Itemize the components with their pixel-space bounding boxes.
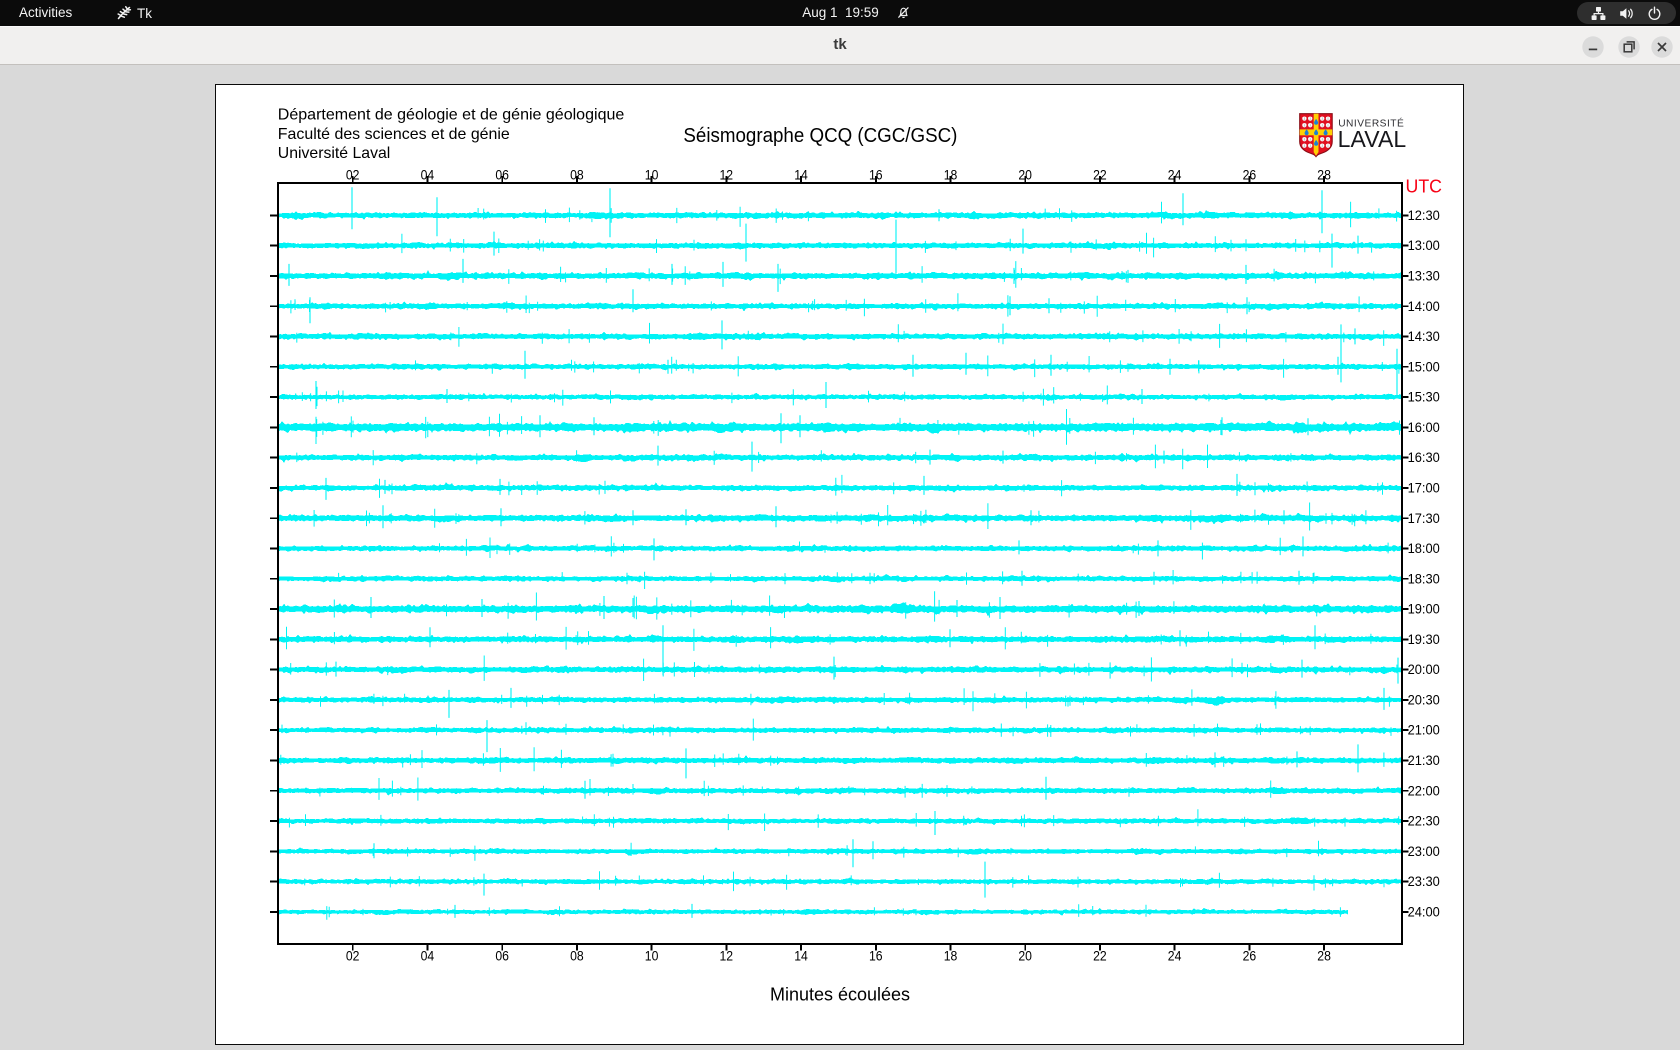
svg-text:21:30: 21:30 — [1408, 753, 1440, 768]
svg-text:28: 28 — [1317, 168, 1331, 183]
svg-text:Université Laval: Université Laval — [278, 145, 391, 162]
svg-text:20: 20 — [1018, 168, 1032, 183]
svg-text:26: 26 — [1243, 949, 1257, 964]
svg-text:18: 18 — [944, 949, 958, 964]
svg-text:02: 02 — [346, 949, 360, 964]
svg-text:17:00: 17:00 — [1408, 481, 1440, 496]
svg-text:23:00: 23:00 — [1408, 844, 1440, 859]
svg-text:14:00: 14:00 — [1408, 299, 1440, 314]
svg-text:24: 24 — [1168, 168, 1182, 183]
svg-text:Minutes écoulées: Minutes écoulées — [770, 985, 910, 1005]
svg-text:Faculté des sciences et de gén: Faculté des sciences et de génie — [278, 126, 510, 143]
svg-text:16:30: 16:30 — [1408, 450, 1440, 465]
svg-text:10: 10 — [645, 168, 659, 183]
svg-text:22:30: 22:30 — [1408, 814, 1440, 829]
svg-text:20:00: 20:00 — [1408, 662, 1440, 677]
svg-text:12: 12 — [720, 168, 734, 183]
svg-text:08: 08 — [570, 168, 584, 183]
svg-text:Département de géologie et de: Département de géologie et de génie géol… — [278, 107, 625, 124]
svg-text:12:30: 12:30 — [1408, 208, 1440, 223]
svg-text:15:00: 15:00 — [1408, 359, 1440, 374]
svg-text:08: 08 — [570, 949, 584, 964]
svg-text:18: 18 — [944, 168, 958, 183]
svg-text:16:00: 16:00 — [1408, 420, 1440, 435]
svg-text:UTC: UTC — [1406, 175, 1443, 196]
svg-text:06: 06 — [495, 168, 509, 183]
svg-text:04: 04 — [421, 949, 435, 964]
svg-text:14: 14 — [794, 168, 808, 183]
svg-text:14:30: 14:30 — [1408, 329, 1440, 344]
svg-text:24: 24 — [1168, 949, 1182, 964]
svg-text:17:30: 17:30 — [1408, 511, 1440, 526]
svg-text:18:00: 18:00 — [1408, 541, 1440, 556]
svg-text:24:00: 24:00 — [1408, 905, 1440, 920]
svg-text:19:00: 19:00 — [1408, 602, 1440, 617]
svg-text:23:30: 23:30 — [1408, 874, 1440, 889]
svg-text:04: 04 — [421, 168, 435, 183]
svg-text:18:30: 18:30 — [1408, 571, 1440, 586]
svg-text:LAVAL: LAVAL — [1338, 126, 1407, 152]
svg-text:20:30: 20:30 — [1408, 693, 1440, 708]
svg-text:15:30: 15:30 — [1408, 390, 1440, 405]
svg-text:10: 10 — [645, 949, 659, 964]
svg-text:28: 28 — [1317, 949, 1331, 964]
svg-text:02: 02 — [346, 168, 360, 183]
svg-text:Séismographe QCQ (CGC/GSC): Séismographe QCQ (CGC/GSC) — [683, 125, 957, 147]
svg-text:12: 12 — [720, 949, 734, 964]
svg-text:20: 20 — [1018, 949, 1032, 964]
svg-text:13:30: 13:30 — [1408, 269, 1440, 284]
svg-text:26: 26 — [1243, 168, 1257, 183]
svg-text:22: 22 — [1093, 168, 1107, 183]
svg-text:13:00: 13:00 — [1408, 238, 1440, 253]
svg-text:21:00: 21:00 — [1408, 723, 1440, 738]
svg-text:14: 14 — [794, 949, 808, 964]
svg-text:16: 16 — [869, 168, 883, 183]
svg-text:16: 16 — [869, 949, 883, 964]
svg-text:06: 06 — [495, 949, 509, 964]
svg-text:22: 22 — [1093, 949, 1107, 964]
svg-text:22:00: 22:00 — [1408, 783, 1440, 798]
svg-text:19:30: 19:30 — [1408, 632, 1440, 647]
